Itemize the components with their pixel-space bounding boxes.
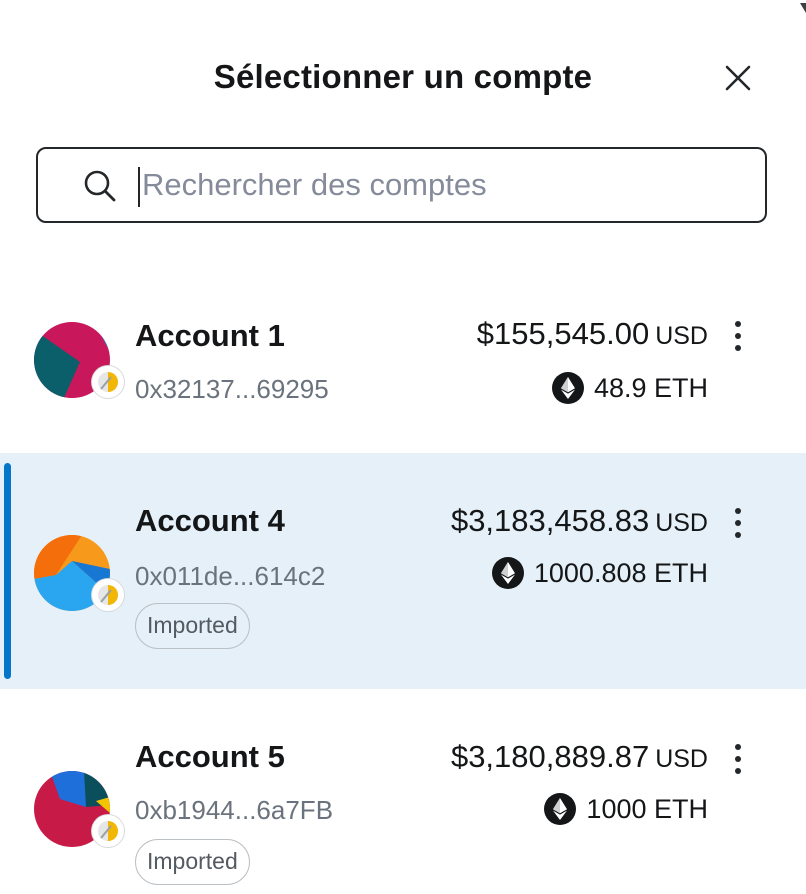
eth-icon (551, 372, 584, 404)
search-input[interactable] (142, 155, 742, 215)
account-address: 0xb1944...6a7FB (135, 795, 334, 825)
account-name: Account 1 (135, 318, 285, 353)
close-icon (725, 65, 751, 91)
account-options-button[interactable] (724, 501, 752, 545)
account-fiat-balance: $3,183,458.83 USD (451, 503, 708, 539)
window-corner-mark (800, 0, 806, 13)
text-caret (138, 167, 140, 207)
account-row-5[interactable]: Account 5 0xb1944...6a7FB Imported $3,18… (0, 715, 806, 894)
search-icon (84, 170, 116, 202)
modal-title: Sélectionner un compte (213, 58, 593, 95)
account-avatar (34, 771, 124, 847)
account-avatar (34, 322, 124, 398)
account-name: Account 5 (135, 739, 285, 774)
account-fiat-balance: $3,180,889.87 USD (451, 739, 708, 775)
eth-icon (491, 557, 524, 589)
search-box[interactable] (36, 147, 767, 223)
close-button[interactable] (716, 56, 760, 100)
modal-header: Sélectionner un compte (0, 52, 806, 104)
network-badge-icon (92, 366, 124, 398)
fiat-currency: USD (655, 745, 708, 773)
fiat-currency: USD (655, 322, 708, 350)
eth-amount: 1000.808 ETH (533, 557, 708, 588)
imported-tag: Imported (135, 839, 250, 885)
account-address: 0x32137...69295 (135, 374, 329, 404)
fiat-amount: $3,183,458.83 (450, 503, 650, 538)
fiat-amount: $3,180,889.87 (450, 739, 650, 774)
account-address: 0x011de...614c2 (135, 561, 326, 591)
account-avatar (34, 535, 124, 611)
account-eth-balance: 1000.808 ETH (491, 557, 708, 589)
imported-tag: Imported (135, 603, 250, 649)
fiat-amount: $155,545.00 (476, 316, 650, 351)
eth-amount: 48.9 ETH (593, 372, 708, 403)
account-options-button[interactable] (724, 737, 752, 781)
network-badge-icon (92, 579, 124, 611)
account-eth-balance: 1000 ETH (544, 793, 708, 825)
fiat-currency: USD (655, 509, 708, 537)
account-name: Account 4 (135, 503, 285, 538)
eth-icon (544, 793, 577, 825)
account-options-button[interactable] (724, 314, 752, 358)
account-row-1[interactable]: Account 1 0x32137...69295 $155,545.00 USD… (0, 292, 806, 438)
account-row-4[interactable]: Account 4 0x011de...614c2 Imported $3,18… (0, 453, 806, 689)
account-fiat-balance: $155,545.00 USD (477, 316, 708, 352)
selected-indicator (4, 463, 11, 679)
eth-amount: 1000 ETH (586, 793, 708, 824)
account-eth-balance: 48.9 ETH (551, 372, 708, 404)
network-badge-icon (92, 815, 124, 847)
